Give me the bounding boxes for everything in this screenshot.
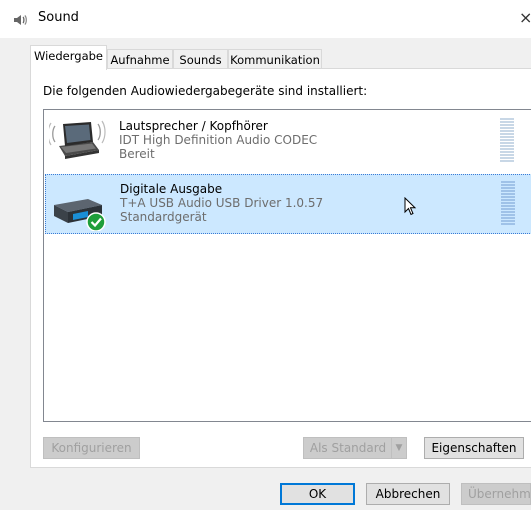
device-driver: IDT High Definition Audio CODEC: [119, 133, 318, 147]
device-name: Digitale Ausgabe: [120, 182, 223, 196]
device-status: Standardgerät: [120, 210, 207, 224]
close-button[interactable]: ×: [519, 8, 531, 26]
tab-wiedergabe[interactable]: Wiedergabe: [30, 45, 107, 70]
apply-button[interactable]: Übernehmen: [461, 483, 531, 505]
laptop-speaker-icon: [49, 120, 106, 159]
device-status: Bereit: [119, 147, 155, 161]
volume-meter: [501, 181, 515, 227]
device-name: Lautsprecher / Kopfhörer: [119, 119, 268, 133]
tab-sounds[interactable]: Sounds: [173, 49, 228, 69]
tab-kommunikation[interactable]: Kommunikation: [228, 49, 322, 69]
set-default-label: Als Standard: [309, 441, 387, 455]
panel-heading: Die folgenden Audiowiedergabegeräte sind…: [43, 84, 368, 98]
tab-aufnahme[interactable]: Aufnahme: [107, 49, 173, 69]
device-item-digitale-ausgabe[interactable]: Digitale Ausgabe T+A USB Audio USB Drive…: [45, 174, 531, 234]
device-list[interactable]: Lautsprecher / Kopfhörer IDT High Defini…: [43, 109, 531, 422]
set-default-button[interactable]: Als Standard ▼: [303, 437, 407, 459]
speaker-icon: [14, 15, 27, 25]
cancel-button[interactable]: Abbrechen: [366, 483, 450, 505]
properties-button[interactable]: Eigenschaften: [424, 437, 524, 459]
configure-button[interactable]: Konfigurieren: [43, 437, 140, 459]
device-item-lautsprecher[interactable]: Lautsprecher / Kopfhörer IDT High Defini…: [45, 112, 531, 172]
title-bar: Sound ×: [0, 0, 531, 38]
dropdown-arrow-icon[interactable]: ▼: [391, 438, 406, 458]
playback-panel: Die folgenden Audiowiedergabegeräte sind…: [30, 68, 531, 468]
usb-audio-device-icon: [54, 199, 106, 231]
device-driver: T+A USB Audio USB Driver 1.0.57: [120, 196, 324, 210]
mouse-cursor-icon: [404, 197, 417, 216]
volume-meter: [500, 118, 514, 164]
ok-button[interactable]: OK: [280, 483, 355, 505]
window-title: Sound: [38, 10, 79, 25]
